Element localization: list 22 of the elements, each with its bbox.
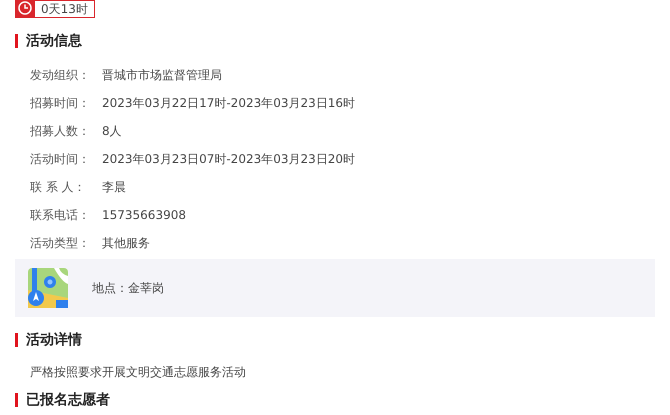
field-value: 2023年03月22日17时-2023年03月23日16时	[102, 94, 356, 112]
field-value: 2023年03月23日07时-2023年03月23日20时	[102, 150, 356, 168]
field-label: 招募时间：	[30, 94, 91, 112]
location-card[interactable]: 地点：金莘岗	[15, 259, 655, 317]
field-label: 活动类型：	[30, 234, 91, 252]
countdown-text: 0天13时	[35, 0, 95, 18]
field-value: 李晨	[102, 178, 126, 196]
field-label: 联系电话：	[30, 206, 91, 224]
field-value: 其他服务	[102, 234, 150, 252]
map-icon	[28, 268, 68, 308]
field-label: 发动组织：	[30, 66, 91, 84]
field-value: 晋城市市场监督管理局	[102, 66, 222, 84]
section-title: 已报名志愿者	[26, 391, 110, 409]
section-title: 活动详情	[26, 331, 82, 349]
description-text: 严格按照要求开展文明交通志愿服务活动	[29, 364, 247, 381]
field-value: 15735663908	[102, 208, 186, 222]
field-label: 招募人数：	[30, 122, 91, 140]
clock-icon	[15, 0, 35, 18]
field-label: 联 系 人：	[30, 178, 87, 196]
section-title: 活动信息	[26, 32, 82, 50]
field-label: 活动时间：	[30, 150, 91, 168]
field-value: 8人	[102, 122, 122, 140]
